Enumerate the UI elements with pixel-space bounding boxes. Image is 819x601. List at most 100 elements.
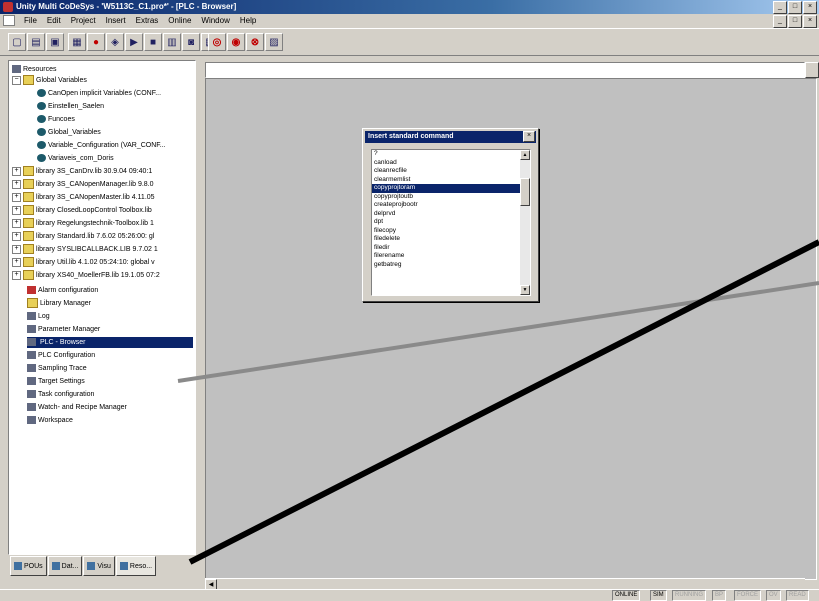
expand-icon[interactable]: +: [12, 218, 21, 228]
scroll-thumb[interactable]: [520, 178, 530, 206]
variable-icon: [37, 115, 46, 124]
list-item[interactable]: canload: [372, 159, 530, 168]
login-icon[interactable]: ●: [87, 33, 105, 51]
command-history-button[interactable]: [805, 62, 819, 78]
folder-icon: [23, 166, 34, 177]
tree-item-library[interactable]: + library ClosedLoopControl Toolbox.lib: [12, 205, 152, 216]
tree-item-library[interactable]: + library XS40_MoellerFB.lib 19.1.05 07:2: [12, 270, 160, 281]
list-item[interactable]: clearmemlist: [372, 176, 530, 185]
plc-configuration-icon: [27, 351, 36, 360]
list-item[interactable]: copyprojtoutb: [372, 193, 530, 202]
tree-item-plc-browser[interactable]: PLC - Browser: [27, 337, 193, 348]
menu-help[interactable]: Help: [235, 14, 261, 27]
expand-icon[interactable]: +: [12, 257, 21, 267]
tree-item-library[interactable]: + library 3S_CanDrv.lib 30.9.04 09:40:1: [12, 166, 152, 177]
expand-icon[interactable]: +: [12, 166, 21, 176]
scroll-up-icon[interactable]: ▲: [520, 150, 530, 160]
menu-file[interactable]: File: [19, 14, 42, 27]
menu-extras[interactable]: Extras: [131, 14, 164, 27]
build-icon[interactable]: ▦: [68, 33, 86, 51]
tree-root[interactable]: Resources: [12, 64, 56, 75]
menu-online[interactable]: Online: [163, 14, 196, 27]
stop-icon[interactable]: ■: [144, 33, 162, 51]
toolbar-file-group: ▢ ▤ ▣: [8, 33, 64, 51]
tree-item-library[interactable]: + library Regelungstechnik-Toolbox.lib 1: [12, 218, 154, 229]
expand-icon[interactable]: +: [12, 244, 21, 254]
tree-folder-global-variables[interactable]: − Global Variables: [12, 75, 87, 86]
dialog-close-button[interactable]: ×: [523, 131, 535, 142]
paste-icon[interactable]: ⊗: [246, 33, 264, 51]
save-icon[interactable]: ▣: [46, 33, 64, 51]
list-item[interactable]: getbatreg: [372, 261, 530, 270]
menu-project[interactable]: Project: [66, 14, 101, 27]
tree-item-library[interactable]: + library Util.lib 4.1.02 05:24:10: globa…: [12, 257, 155, 268]
list-item[interactable]: cleanrecfile: [372, 167, 530, 176]
maximize-button[interactable]: □: [788, 1, 802, 14]
list-item[interactable]: filedelete: [372, 235, 530, 244]
expand-icon[interactable]: +: [12, 270, 21, 280]
tree-item-sampling-trace[interactable]: Sampling Trace: [27, 363, 87, 374]
tree-item-log[interactable]: Log: [27, 311, 50, 322]
tree-item-workspace[interactable]: Workspace: [27, 415, 73, 426]
find-icon[interactable]: ▨: [265, 33, 283, 51]
tree-item-global-var[interactable]: Variaveis_com_Doris: [37, 153, 114, 164]
folder-icon: [23, 205, 34, 216]
copy-icon[interactable]: ◉: [227, 33, 245, 51]
expand-icon[interactable]: +: [12, 192, 21, 202]
tree-item-library-manager[interactable]: Library Manager: [27, 298, 91, 309]
document-icon[interactable]: [3, 15, 15, 26]
close-button[interactable]: ×: [803, 1, 817, 14]
tree-item-parameter-manager[interactable]: Parameter Manager: [27, 324, 100, 335]
menu-window[interactable]: Window: [196, 14, 234, 27]
tree-item-task-configuration[interactable]: Task configuration: [27, 389, 94, 400]
menu-insert[interactable]: Insert: [101, 14, 131, 27]
tree-item-alarm-configuration[interactable]: Alarm configuration: [27, 285, 98, 296]
open-icon[interactable]: ▤: [27, 33, 45, 51]
expand-icon[interactable]: +: [12, 205, 21, 215]
list-item[interactable]: createprojbootr: [372, 201, 530, 210]
list-item[interactable]: delprvd: [372, 210, 530, 219]
tree-item-library[interactable]: + library 3S_CANopenMaster.lib 4.11.05: [12, 192, 155, 203]
tree-item-library[interactable]: + library Standard.lib 7.6.02 05:26:00: g…: [12, 231, 154, 242]
cut-icon[interactable]: ◎: [208, 33, 226, 51]
list-item[interactable]: filedir: [372, 244, 530, 253]
tree-item-library[interactable]: + library 3S_CANopenManager.lib 9.8.0: [12, 179, 154, 190]
minimize-button[interactable]: _: [773, 1, 787, 14]
tree-item-global-var[interactable]: CanOpen implicit Variables (CONF...: [37, 88, 161, 99]
collapse-icon[interactable]: −: [12, 75, 21, 85]
tree-item-watch-recipe-manager[interactable]: Watch- and Recipe Manager: [27, 402, 127, 413]
scroll-down-icon[interactable]: ▼: [520, 285, 530, 295]
plc-browser-command-input[interactable]: [205, 62, 805, 78]
tab-data-types[interactable]: Dat...: [47, 556, 83, 576]
mdi-minimize-button[interactable]: _: [773, 15, 787, 28]
list-item-selected[interactable]: copyprojtoram: [372, 184, 530, 193]
tab-pous[interactable]: POUs: [10, 556, 47, 576]
command-list[interactable]: ? canload cleanrecfile clearmemlist copy…: [371, 149, 531, 296]
list-item[interactable]: filecopy: [372, 227, 530, 236]
tree-item-global-var[interactable]: Variable_Configuration (VAR_CONF...: [37, 140, 166, 151]
app-icon[interactable]: [3, 2, 13, 12]
list-item[interactable]: ?: [372, 150, 530, 159]
list-item[interactable]: dpt: [372, 218, 530, 227]
run-icon[interactable]: ▶: [125, 33, 143, 51]
tree-item-library[interactable]: + library SYSLIBCALLBACK.LIB 9.7.02 1: [12, 244, 158, 255]
tree-item-global-var[interactable]: Funcoes: [37, 114, 75, 125]
new-icon[interactable]: ▢: [8, 33, 26, 51]
tree-item-global-var[interactable]: Global_Variables: [37, 127, 101, 138]
tab-resources[interactable]: Reso...: [115, 556, 157, 576]
tree-item-target-settings[interactable]: Target Settings: [27, 376, 85, 387]
list-item[interactable]: filerename: [372, 252, 530, 261]
tree-item-global-var[interactable]: Einstellen_Saelen: [37, 101, 104, 112]
menu-edit[interactable]: Edit: [42, 14, 66, 27]
logout-icon[interactable]: ◈: [106, 33, 124, 51]
resources-tree-panel[interactable]: Resources − Global Variables CanOpen impl…: [8, 60, 196, 555]
breakpoint-icon[interactable]: ◙: [182, 33, 200, 51]
expand-icon[interactable]: +: [12, 179, 21, 189]
tab-visualizations[interactable]: Visu: [83, 556, 115, 576]
list-scrollbar[interactable]: ▲ ▼: [520, 150, 530, 295]
step-icon[interactable]: ▥: [163, 33, 181, 51]
expand-icon[interactable]: +: [12, 231, 21, 241]
tree-item-plc-configuration[interactable]: PLC Configuration: [27, 350, 95, 361]
mdi-close-button[interactable]: ×: [803, 15, 817, 28]
mdi-restore-button[interactable]: □: [788, 15, 802, 28]
